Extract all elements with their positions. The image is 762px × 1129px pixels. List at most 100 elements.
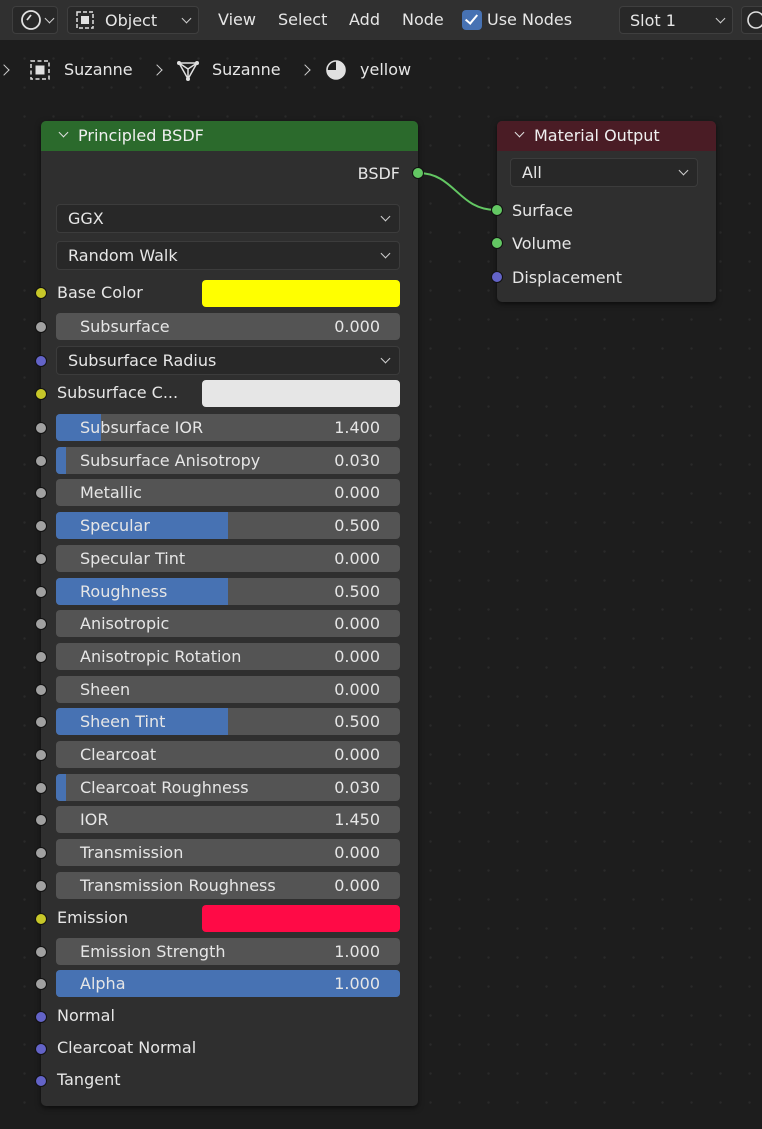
slider-value: 0.500 bbox=[334, 582, 380, 601]
slider-socket[interactable] bbox=[35, 487, 47, 499]
alpha-label: Alpha bbox=[80, 974, 126, 993]
collapse-chevron-icon[interactable] bbox=[58, 127, 69, 138]
slider-socket[interactable] bbox=[35, 520, 47, 532]
chevron-down-icon bbox=[181, 13, 192, 24]
slider-socket[interactable] bbox=[35, 422, 47, 434]
base-color-swatch[interactable] bbox=[202, 280, 400, 307]
principled-bsdf-header[interactable]: Principled BSDF bbox=[41, 121, 418, 151]
slider-field[interactable]: Specular Tint 0.000 bbox=[56, 545, 400, 572]
slider-field[interactable]: Clearcoat Roughness 0.030 bbox=[56, 774, 400, 801]
subsurface-radius-label: Subsurface Radius bbox=[68, 351, 217, 370]
slider-value: 0.000 bbox=[334, 483, 380, 502]
slider-socket[interactable] bbox=[35, 880, 47, 892]
emission-socket[interactable] bbox=[35, 913, 47, 925]
bsdf-output-socket[interactable] bbox=[412, 167, 424, 179]
alpha-field[interactable]: Alpha 1.000 bbox=[56, 970, 400, 997]
slider-socket[interactable] bbox=[35, 586, 47, 598]
material-output-header[interactable]: Material Output bbox=[497, 121, 716, 151]
volume-input-socket[interactable] bbox=[491, 237, 503, 249]
object-icon bbox=[30, 60, 50, 80]
subsurface-radius-socket[interactable] bbox=[35, 355, 47, 367]
subsurface-radius-dropdown[interactable]: Subsurface Radius bbox=[56, 346, 400, 375]
use-nodes-checkbox[interactable] bbox=[462, 10, 482, 30]
slider-socket[interactable] bbox=[35, 782, 47, 794]
subsurface-color-socket[interactable] bbox=[35, 388, 47, 400]
slider-field[interactable]: Subsurface Anisotropy 0.030 bbox=[56, 447, 400, 474]
slider-field[interactable]: Metallic 0.000 bbox=[56, 479, 400, 506]
slider-label: Roughness bbox=[80, 582, 168, 601]
distribution-label: GGX bbox=[68, 209, 104, 228]
slider-socket[interactable] bbox=[35, 553, 47, 565]
emission-strength-field[interactable]: Emission Strength 1.000 bbox=[56, 938, 400, 965]
node-editor-icon bbox=[21, 10, 41, 30]
surface-input-socket[interactable] bbox=[491, 204, 503, 216]
displacement-input-socket[interactable] bbox=[491, 271, 503, 283]
use-nodes-label[interactable]: Use Nodes bbox=[487, 10, 572, 29]
normal-socket[interactable] bbox=[35, 1011, 47, 1023]
output-target-label: All bbox=[522, 163, 542, 182]
slider-field[interactable]: Roughness 0.500 bbox=[56, 578, 400, 605]
slider-label: Specular Tint bbox=[80, 549, 186, 568]
emission-color-swatch[interactable] bbox=[202, 905, 400, 932]
menu-node[interactable]: Node bbox=[402, 10, 444, 29]
distribution-dropdown[interactable]: GGX bbox=[56, 204, 400, 233]
slider-value: 0.030 bbox=[334, 778, 380, 797]
slider-socket[interactable] bbox=[35, 814, 47, 826]
slider-socket[interactable] bbox=[35, 651, 47, 663]
slider-field[interactable]: Sheen 0.000 bbox=[56, 676, 400, 703]
subsurface-method-label: Random Walk bbox=[68, 246, 178, 265]
alpha-socket[interactable] bbox=[35, 978, 47, 990]
mode-label: Object bbox=[105, 11, 158, 30]
subsurface-field[interactable]: Subsurface 0.000 bbox=[56, 313, 400, 340]
emission-strength-socket[interactable] bbox=[35, 946, 47, 958]
slider-socket[interactable] bbox=[35, 847, 47, 859]
slider-socket[interactable] bbox=[35, 684, 47, 696]
slider-label: Clearcoat Roughness bbox=[80, 778, 249, 797]
menu-view[interactable]: View bbox=[218, 10, 256, 29]
slider-label: Transmission bbox=[80, 843, 184, 862]
editor-type-button[interactable] bbox=[12, 6, 58, 34]
subsurface-method-dropdown[interactable]: Random Walk bbox=[56, 241, 400, 270]
menu-select[interactable]: Select bbox=[278, 10, 327, 29]
slider-value: 0.030 bbox=[334, 451, 380, 470]
slider-value: 0.500 bbox=[334, 712, 380, 731]
slider-field[interactable]: Anisotropic Rotation 0.000 bbox=[56, 643, 400, 670]
slider-field[interactable]: Sheen Tint 0.500 bbox=[56, 708, 400, 735]
output-target-dropdown[interactable]: All bbox=[510, 158, 698, 187]
clearcoat-normal-socket[interactable] bbox=[35, 1043, 47, 1055]
tangent-label: Tangent bbox=[57, 1070, 121, 1089]
slider-field[interactable]: Subsurface IOR 1.400 bbox=[56, 414, 400, 441]
slider-field[interactable]: IOR 1.450 bbox=[56, 806, 400, 833]
tangent-socket[interactable] bbox=[35, 1075, 47, 1087]
slider-value: 0.000 bbox=[334, 745, 380, 764]
material-browse-button[interactable] bbox=[741, 6, 762, 34]
chevron-down-icon bbox=[380, 211, 391, 222]
slider-field[interactable]: Transmission Roughness 0.000 bbox=[56, 872, 400, 899]
principled-bsdf-node[interactable]: Principled BSDF BSDF GGX Random Walk Bas… bbox=[35, 121, 424, 1106]
slot-label: Slot 1 bbox=[630, 11, 676, 30]
slider-field[interactable]: Clearcoat 0.000 bbox=[56, 741, 400, 768]
material-output-node[interactable]: Material Output All Surface Volume Displ… bbox=[491, 121, 716, 302]
mode-dropdown[interactable]: Object bbox=[67, 6, 199, 34]
subsurface-color-swatch[interactable] bbox=[202, 380, 400, 407]
slider-socket[interactable] bbox=[35, 716, 47, 728]
chevron-down-icon bbox=[678, 165, 689, 176]
emission-strength-value: 1.000 bbox=[334, 942, 380, 961]
slider-field[interactable]: Specular 0.500 bbox=[56, 512, 400, 539]
slider-label: Metallic bbox=[80, 483, 142, 502]
slider-label: Specular bbox=[80, 516, 150, 535]
slider-socket[interactable] bbox=[35, 455, 47, 467]
menu-add[interactable]: Add bbox=[349, 10, 380, 29]
slider-socket[interactable] bbox=[35, 749, 47, 761]
displacement-label: Displacement bbox=[512, 268, 622, 287]
slider-field[interactable]: Transmission 0.000 bbox=[56, 839, 400, 866]
slider-field[interactable]: Anisotropic 0.000 bbox=[56, 610, 400, 637]
slot-dropdown[interactable]: Slot 1 bbox=[619, 6, 733, 34]
collapse-chevron-icon[interactable] bbox=[514, 127, 525, 138]
subsurface-socket[interactable] bbox=[35, 321, 47, 333]
subsurface-value: 0.000 bbox=[334, 317, 380, 336]
base-color-socket[interactable] bbox=[35, 287, 47, 299]
slider-value: 1.450 bbox=[334, 810, 380, 829]
slider-socket[interactable] bbox=[35, 618, 47, 630]
material-icon bbox=[326, 60, 346, 80]
